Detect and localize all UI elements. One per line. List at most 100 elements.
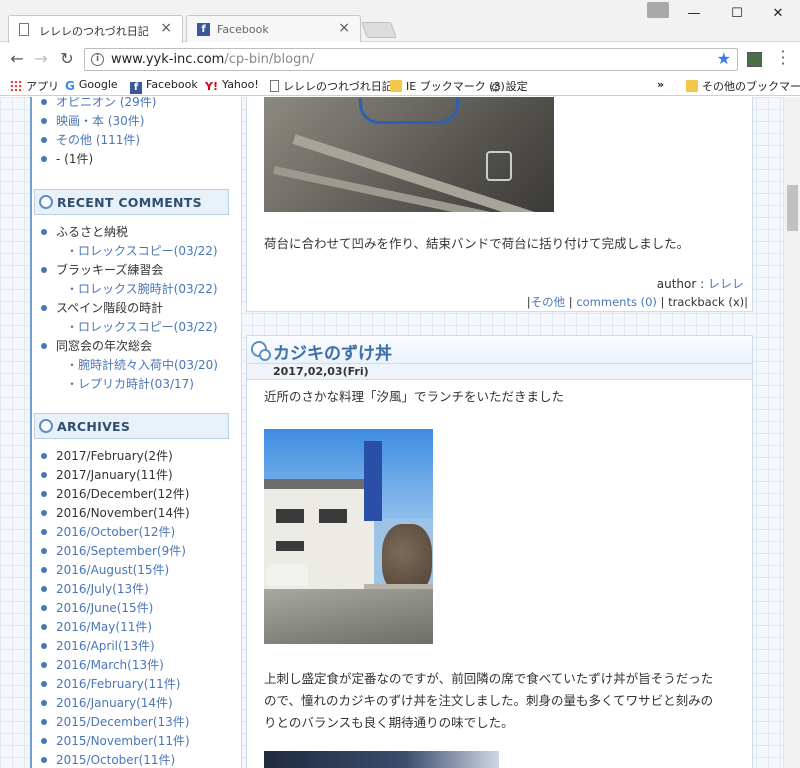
close-icon[interactable]: × [338, 20, 350, 36]
archive-item[interactable]: 2016/April(13件) [40, 637, 190, 656]
archive-item[interactable]: 2015/December(13件) [40, 713, 190, 732]
bullet-icon [41, 453, 47, 459]
bullet-icon [41, 229, 47, 235]
forward-button[interactable]: → [30, 49, 52, 71]
page-icon [19, 23, 29, 36]
archive-item[interactable]: 2015/October(11件) [40, 751, 190, 768]
info-icon[interactable]: i [91, 53, 104, 66]
category-item[interactable]: その他 (111件) [40, 131, 156, 150]
author-link[interactable]: レレレ [708, 277, 744, 291]
archive-item[interactable]: 2016/July(13件) [40, 580, 190, 599]
bullet-icon [41, 757, 47, 763]
comment-link[interactable]: ・ロレックスコピー(03/22) [40, 242, 218, 261]
menu-icon[interactable]: · · · [778, 44, 788, 72]
archive-item[interactable]: 2017/January(11件) [40, 466, 190, 485]
archive-item[interactable]: 2016/June(15件) [40, 599, 190, 618]
archive-item[interactable]: 2016/September(9件) [40, 542, 190, 561]
entry-meta: |その他 | comments (0) | trackback (x)| [526, 295, 748, 309]
bookmark-google[interactable]: G Google [65, 78, 118, 93]
folder-icon [390, 80, 402, 92]
entry-photo[interactable] [264, 97, 554, 212]
bookmark-blog[interactable]: レレレのつれづれ日記 [270, 78, 393, 94]
reload-button[interactable]: ↻ [56, 49, 78, 71]
url-text: www.yyk-inc.com/cp-bin/blogn/ [111, 52, 314, 67]
maximize-button[interactable]: ☐ [725, 6, 749, 21]
entry-circle-icon [251, 341, 271, 361]
minimize-button[interactable]: — [682, 6, 706, 21]
comment-post[interactable]: ふるさと納税 [40, 223, 218, 242]
bullet-icon [41, 681, 47, 687]
archive-item[interactable]: 2016/May(11件) [40, 618, 190, 637]
apps-icon [10, 80, 22, 92]
bookmark-apps[interactable]: アプリ [10, 78, 59, 94]
blog-entry: 荷台に合わせて凹みを作り、結束バンドで荷台に括り付けて完成しました。 autho… [246, 97, 753, 312]
entry-title[interactable]: カジキのずけ丼 [273, 339, 392, 364]
tab-blog[interactable]: レレレのつれづれ日記 × [8, 15, 183, 43]
address-bar[interactable]: i www.yyk-inc.com/cp-bin/blogn/ ★ [84, 48, 738, 71]
category-item[interactable]: - (1件) [40, 150, 156, 169]
extension-icon[interactable] [747, 52, 762, 67]
comment-post[interactable]: スペイン階段の時計 [40, 299, 218, 318]
category-item[interactable]: 映画・本 (30件) [40, 112, 156, 131]
comments-link[interactable]: comments (0) [576, 295, 657, 309]
archive-item[interactable]: 2016/August(15件) [40, 561, 190, 580]
bullet-icon [41, 605, 47, 611]
bullet-icon [41, 137, 47, 143]
page-scrollbar[interactable] [783, 97, 800, 768]
blog-entry: カジキのずけ丼 2017,02,03(Fri) 近所のさかな料理「汐風」でランチ… [246, 335, 753, 768]
category-item[interactable]: オピニオン (29件) [40, 97, 156, 112]
profile-icon[interactable] [647, 2, 669, 18]
entry-photo[interactable] [264, 751, 499, 768]
comment-link[interactable]: ・ロレックスコピー(03/22) [40, 318, 218, 337]
bookmark-yahoo[interactable]: Y! Yahoo! [205, 78, 259, 93]
comment-link[interactable]: ・腕時計続々入荷中(03/20) [40, 356, 218, 375]
gear-icon: ⚙ [490, 81, 502, 96]
back-button[interactable]: ← [6, 49, 28, 71]
entry-date-bar: 2017,02,03(Fri) [247, 364, 752, 380]
bookmark-other-folder[interactable]: その他のブックマーク [686, 78, 800, 94]
bullet-icon [41, 586, 47, 592]
bullet-icon [41, 118, 47, 124]
facebook-icon: f [197, 23, 210, 36]
sidebar: オピニオン (29件) 映画・本 (30件) その他 (111件) - (1件)… [30, 97, 242, 768]
archive-item[interactable]: 2015/November(11件) [40, 732, 190, 751]
bullet-icon [41, 738, 47, 744]
bullet-icon [41, 343, 47, 349]
tab-title: レレレのつれづれ日記 [39, 25, 149, 38]
new-tab-button[interactable] [361, 22, 397, 38]
bullet-icon [41, 662, 47, 668]
bookmark-star-icon[interactable]: ★ [717, 49, 731, 68]
close-window-button[interactable]: ✕ [766, 6, 790, 21]
archive-item[interactable]: 2016/November(14件) [40, 504, 190, 523]
trackback-link[interactable]: trackback (x) [668, 295, 744, 309]
comment-post[interactable]: ブラッキーズ練習会 [40, 261, 218, 280]
archive-item[interactable]: 2017/February(2件) [40, 447, 190, 466]
yahoo-icon: Y! [205, 80, 218, 93]
page-viewport: オピニオン (29件) 映画・本 (30件) その他 (111件) - (1件)… [0, 97, 800, 768]
bookmark-settings[interactable]: ⚙ 設定 [490, 78, 528, 96]
bookmark-ie-folder[interactable]: IE ブックマーク (3) [390, 78, 505, 94]
more-bookmarks-button[interactable]: » [657, 78, 664, 91]
close-icon[interactable]: × [160, 20, 172, 36]
category-link[interactable]: その他 [531, 295, 566, 309]
bookmark-facebook[interactable]: f Facebook [130, 78, 198, 94]
archive-item[interactable]: 2016/January(14件) [40, 694, 190, 713]
bullet-icon [41, 510, 47, 516]
comment-link[interactable]: ・ロレックス腕時計(03/22) [40, 280, 218, 299]
archive-item[interactable]: 2016/March(13件) [40, 656, 190, 675]
comment-link[interactable]: ・レプリカ時計(03/17) [40, 375, 218, 394]
bullet-icon [41, 267, 47, 273]
archive-item[interactable]: 2016/October(12件) [40, 523, 190, 542]
archive-item[interactable]: 2016/December(12件) [40, 485, 190, 504]
bullet-icon [41, 548, 47, 554]
entry-body-line: 上刺し盛定食が定番なのですが、前回隣の席で食べていたずけ丼が旨そうだった [264, 671, 714, 686]
tab-facebook[interactable]: f Facebook × [186, 15, 361, 43]
archive-item[interactable]: 2016/February(11件) [40, 675, 190, 694]
bullet-icon [41, 624, 47, 630]
bullet-icon [41, 567, 47, 573]
entry-body: 荷台に合わせて凹みを作り、結束バンドで荷台に括り付けて完成しました。 [264, 236, 690, 251]
scrollbar-thumb[interactable] [787, 185, 798, 231]
entry-photo[interactable] [264, 429, 433, 644]
entry-intro: 近所のさかな料理「汐風」でランチをいただきました [264, 389, 565, 404]
comment-post[interactable]: 同窓会の年次総会 [40, 337, 218, 356]
